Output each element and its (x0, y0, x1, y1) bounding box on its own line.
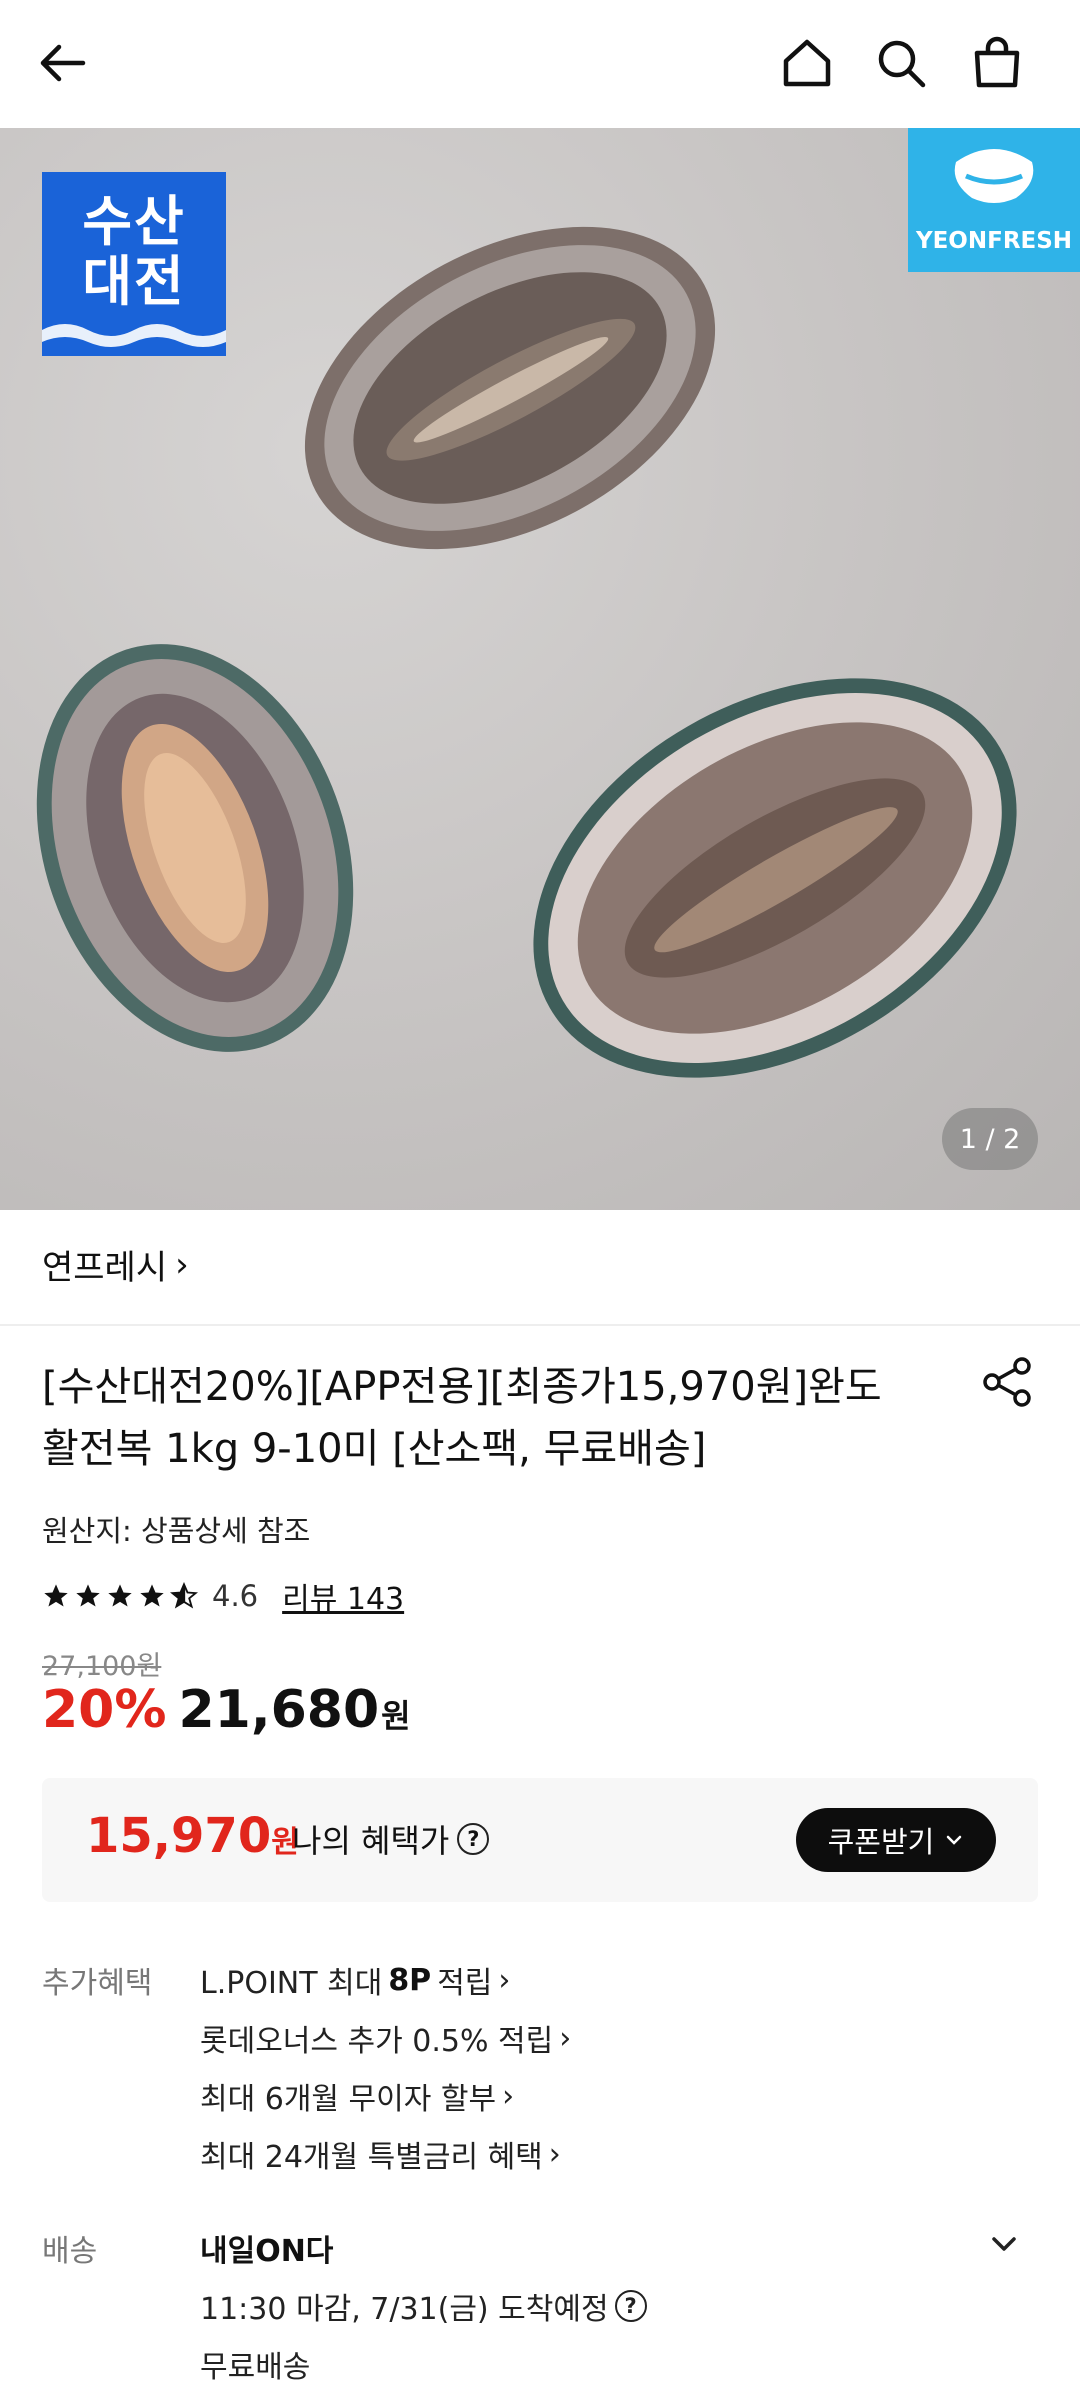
yeonfresh-logo: YEONFRESH (908, 128, 1080, 272)
divider (0, 1324, 1080, 1326)
top-app-bar (0, 0, 1080, 128)
delivery-eta-text: 11:30 마감, 7/31(금) 도착예정 (200, 2292, 609, 2327)
product-title: [수산대전20%][APP전용][최종가15,970원]완도 활전복 1kg 9… (42, 1364, 882, 1472)
delivery-eta: 11:30 마감, 7/31(금) 도착예정 ? (200, 2284, 647, 2328)
delivery-service-name: 내일ON다 (200, 2234, 334, 2269)
star-filled-icon (140, 1584, 164, 1607)
star-half-icon (170, 1582, 198, 1609)
delivery-fee: 무료배송 (200, 2342, 310, 2386)
search-button[interactable] (868, 30, 934, 96)
chevron-right-icon: › (502, 2078, 515, 2114)
delivery-label: 배송 (42, 2234, 98, 2269)
original-price: 27,100원 (42, 1651, 162, 1682)
benefit-text: 롯데오너스 추가 0.5% 적립 (200, 2024, 554, 2059)
benefit-label-group: 나의 혜택가 ? (292, 1816, 490, 1862)
my-benefit-box: 15,970원 나의 혜택가 ? 쿠폰받기 (42, 1778, 1038, 1902)
badge-left-line2: 대전 (82, 250, 186, 313)
benefit-installment[interactable]: 최대 6개월 무이자 할부 › (200, 2074, 514, 2118)
discount-rate: 20% (42, 1680, 167, 1740)
wave-icon (42, 324, 226, 356)
get-coupon-button[interactable]: 쿠폰받기 (796, 1808, 996, 1872)
chevron-right-icon: › (175, 1244, 189, 1285)
coupon-button-label: 쿠폰받기 (827, 1825, 935, 1859)
chevron-right-icon: › (548, 2136, 561, 2172)
share-icon (983, 1357, 1031, 1407)
cart-button[interactable] (964, 30, 1030, 96)
benefit-lpoint-suffix: 적립 (437, 1966, 493, 2001)
share-button[interactable] (978, 1352, 1038, 1412)
rating-row: 4.6 리뷰 143 (42, 1574, 404, 1618)
benefit-lpoint-bold: 8P (388, 1962, 432, 1998)
star-filled-icon (108, 1584, 132, 1607)
fish-logo-icon (954, 149, 1034, 203)
benefit-price: 15,970원 (86, 1808, 299, 1864)
home-icon (783, 39, 831, 87)
extra-benefits-label: 추가혜택 (42, 1966, 153, 2001)
image-counter: 1 / 2 (942, 1108, 1038, 1170)
fisheries-festival-badge: 수산 대전 (42, 172, 226, 356)
price-unit: 원 (381, 1697, 411, 1735)
benefit-lotte-owners[interactable]: 롯데오너스 추가 0.5% 적립 › (200, 2016, 571, 2060)
home-button[interactable] (774, 30, 840, 96)
origin-info: 원산지: 상품상세 참조 (42, 1514, 311, 1548)
chevron-right-icon: › (559, 2020, 572, 2056)
benefit-special-rate[interactable]: 최대 24개월 특별금리 혜택 › (200, 2132, 561, 2176)
price-row: 20% 21,680 원 (42, 1680, 411, 1740)
chevron-right-icon: › (498, 1962, 511, 1998)
star-filled-icon (76, 1584, 100, 1607)
chevron-down-icon (992, 2237, 1016, 2251)
back-button[interactable] (30, 30, 96, 96)
search-icon (878, 40, 926, 88)
brand-name: YEONFRESH (915, 228, 1073, 254)
delivery-expand-button[interactable] (986, 2226, 1022, 2262)
badge-left-line1: 수산 (82, 190, 186, 253)
benefit-text: 최대 6개월 무이자 할부 (200, 2082, 497, 2117)
arrow-left-icon (40, 44, 86, 82)
chevron-down-icon (947, 1835, 962, 1845)
star-filled-icon (44, 1584, 68, 1607)
star-rating (42, 1582, 198, 1610)
store-link[interactable]: 연프레시 › (42, 1240, 189, 1289)
delivery-fee-text: 무료배송 (200, 2350, 311, 2385)
sale-price: 21,680 (178, 1680, 380, 1740)
product-image-carousel[interactable]: 수산 대전 YEONFRESH 1 / 2 (0, 128, 1080, 1210)
benefit-lpoint-prefix: L.POINT 최대 (200, 1966, 383, 2001)
benefit-price-value: 15,970 (86, 1808, 272, 1864)
benefit-lpoint[interactable]: L.POINT 최대 8P 적립 › (200, 1958, 510, 2002)
delivery-title: 내일ON다 (200, 2226, 333, 2270)
benefit-label: 나의 혜택가 (292, 1822, 450, 1860)
review-link[interactable]: 리뷰 143 (282, 1574, 404, 1618)
store-name: 연프레시 (42, 1248, 168, 1288)
help-icon[interactable]: ? (614, 2290, 647, 2322)
benefit-text: 최대 24개월 특별금리 혜택 (200, 2140, 543, 2175)
help-icon[interactable]: ? (457, 1823, 490, 1855)
shopping-bag-icon (974, 36, 1020, 88)
rating-score: 4.6 (212, 1579, 259, 1613)
